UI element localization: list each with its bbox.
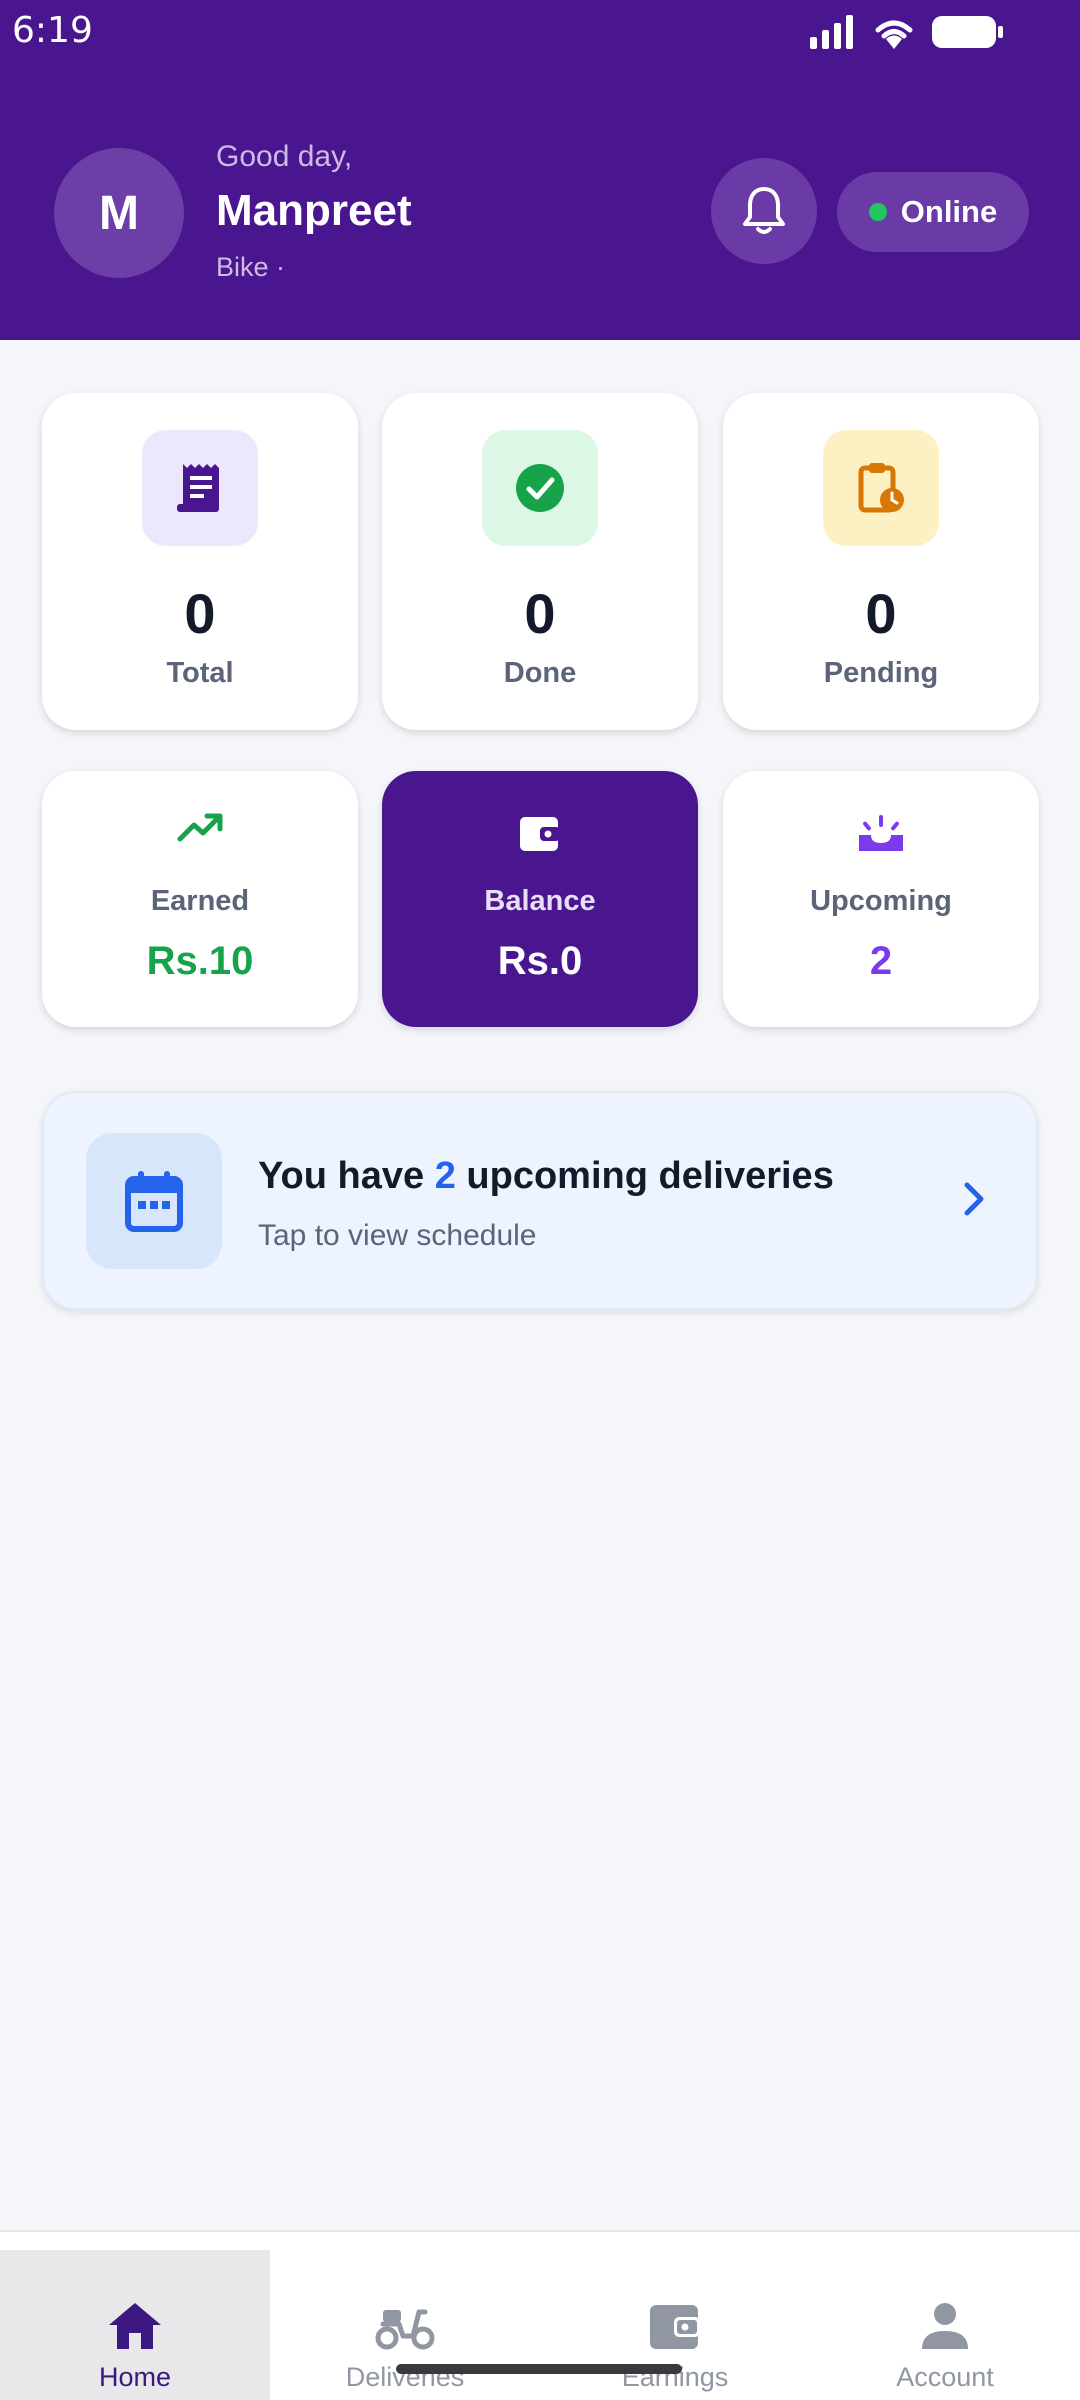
upcoming-value: 2: [869, 939, 893, 983]
nav-item-account[interactable]: Account: [810, 2250, 1080, 2400]
earned-card[interactable]: Earned Rs.10: [42, 771, 358, 1027]
notifications-button[interactable]: [711, 158, 817, 264]
check-circle-icon: [516, 464, 564, 512]
home-icon: [109, 2303, 161, 2349]
stat-card-total[interactable]: 0 Total: [42, 393, 358, 730]
greeting-text: Good day,: [216, 140, 353, 173]
earned-label: Earned: [150, 885, 250, 917]
stat-card-pending[interactable]: 0 Pending: [723, 393, 1039, 730]
banner-title-suffix: upcoming deliveries: [466, 1155, 834, 1197]
online-status-toggle[interactable]: Online: [837, 172, 1029, 252]
balance-card[interactable]: Balance Rs.0: [382, 771, 698, 1027]
nav-item-home[interactable]: Home: [0, 2250, 270, 2400]
nav-label: Home: [98, 2362, 172, 2392]
nav-item-earnings[interactable]: Earnings: [540, 2250, 810, 2400]
calendar-icon: [125, 1171, 183, 1232]
person-icon: [922, 2303, 968, 2349]
nav-item-deliveries[interactable]: Deliveries: [270, 2250, 540, 2400]
balance-label: Balance: [484, 885, 596, 917]
scooter-icon: [375, 2309, 435, 2350]
stat-icon-box: [823, 430, 939, 546]
balance-icon-wrap: [382, 813, 698, 853]
header: 6:19 M Good day, Manpreet Bike · Online: [0, 0, 1080, 340]
upcoming-deliveries-banner[interactable]: You have 2 upcoming deliveries Tap to vi…: [42, 1091, 1038, 1310]
stat-icon-box: [482, 430, 598, 546]
driver-name: Manpreet: [216, 186, 412, 235]
bottom-nav: Home Deliveries Earnings Account: [0, 2230, 1080, 2400]
avatar[interactable]: M: [54, 148, 184, 278]
status-bar: 6:19: [0, 0, 1080, 64]
online-status-label: Online: [900, 194, 998, 229]
earned-value: Rs.10: [146, 939, 254, 983]
banner-title: You have 2 upcoming deliveries: [258, 1155, 834, 1198]
upcoming-icon-wrap: [723, 813, 1039, 853]
chevron-right-icon: [964, 1182, 984, 1216]
stat-label: Pending: [823, 657, 939, 689]
receipt-icon: [177, 464, 219, 512]
battery-icon: [932, 16, 1003, 48]
upcoming-card[interactable]: Upcoming 2: [723, 771, 1039, 1027]
vehicle-type: Bike ·: [216, 252, 286, 282]
stat-card-done[interactable]: 0 Done: [382, 393, 698, 730]
wallet-icon: [520, 817, 560, 851]
banner-title-prefix: You have: [258, 1155, 425, 1197]
earned-icon-wrap: [42, 813, 358, 843]
home-indicator[interactable]: [396, 2364, 682, 2374]
stat-value: 0: [865, 582, 897, 645]
wifi-icon: [875, 20, 913, 49]
banner-icon-box: [86, 1133, 222, 1269]
trending-up-icon: [177, 813, 223, 842]
wallet-icon: [650, 2305, 700, 2349]
stat-label: Done: [503, 657, 577, 689]
bell-icon: [743, 187, 785, 234]
banner-subtitle: Tap to view schedule: [258, 1219, 537, 1252]
upcoming-icon: [859, 815, 903, 851]
clipboard-clock-icon: [858, 463, 904, 513]
stat-value: 0: [184, 582, 216, 645]
status-icons: [810, 14, 1004, 50]
online-status-dot: [868, 203, 887, 221]
balance-value: Rs.0: [497, 939, 583, 983]
stat-icon-box: [142, 430, 258, 546]
upcoming-label: Upcoming: [810, 885, 952, 917]
stat-label: Total: [166, 657, 234, 689]
nav-label: Account: [896, 2362, 994, 2392]
status-time: 6:19: [12, 10, 93, 51]
banner-count: 2: [434, 1155, 456, 1197]
stat-value: 0: [524, 582, 556, 645]
signal-icon: [810, 15, 853, 49]
